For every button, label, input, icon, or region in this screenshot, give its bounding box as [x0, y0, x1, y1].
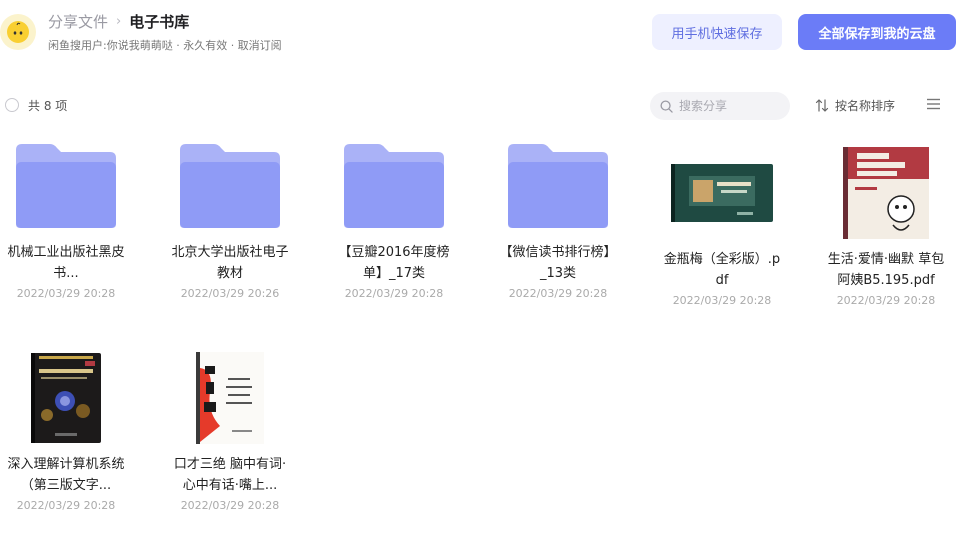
breadcrumb: 分享文件 › 电子书库 [48, 11, 189, 32]
search-icon [660, 99, 673, 113]
thumbnail [328, 140, 460, 232]
avatar[interactable] [0, 12, 36, 52]
thumbnail [164, 140, 296, 232]
thumbnail [164, 352, 296, 444]
folder-icon [508, 144, 608, 228]
file-date: 2022/03/29 20:28 [672, 294, 772, 307]
file-name: 【豆瓣2016年度榜单】_17类 [338, 245, 450, 281]
breadcrumb-separator: › [116, 14, 122, 29]
file-item[interactable]: 口才三绝 脑中有词·心中有话·嘴上... 2022/03/29 20:28 [164, 352, 296, 512]
folder-icon [16, 144, 116, 228]
book-cover-icon [843, 147, 929, 239]
search-input[interactable] [679, 99, 779, 113]
book-cover-icon [196, 352, 264, 444]
sort-icon [815, 99, 829, 112]
file-date: 2022/03/29 20:28 [16, 287, 116, 300]
file-date: 2022/03/29 20:26 [180, 287, 280, 300]
folder-icon [344, 144, 444, 228]
book-cover-icon [671, 164, 773, 222]
file-name: 深入理解计算机系统（第三版文字... [7, 457, 125, 493]
file-name: 口才三绝 脑中有词·心中有话·嘴上... [173, 457, 287, 493]
thumbnail [820, 147, 952, 239]
item-count: 共 8 项 [28, 99, 68, 113]
file-item[interactable]: 【微信读书排行榜】_13类 2022/03/29 20:28 [492, 140, 624, 300]
file-name: 生活·爱情·幽默 草包阿姨B5.195.pdf [827, 252, 945, 288]
toolbar: 共 8 项 按名称排序 [0, 88, 959, 122]
select-all-checkbox[interactable] [5, 98, 19, 112]
book-cover-icon [31, 353, 101, 443]
page-title: 电子书库 [129, 13, 190, 31]
folder-icon [180, 144, 280, 228]
file-name: 机械工业出版社黑皮书... [7, 245, 125, 281]
file-date: 2022/03/29 20:28 [180, 499, 280, 512]
search-box[interactable] [650, 92, 790, 120]
thumbnail [0, 140, 132, 232]
file-date: 2022/03/29 20:28 [836, 294, 936, 307]
share-info: 闲鱼搜用户:你说我萌萌哒 · 永久有效 · 取消订阅 [48, 39, 282, 52]
thumbnail [656, 147, 788, 239]
file-item[interactable]: 北京大学出版社电子教材 2022/03/29 20:26 [164, 140, 296, 300]
sort-label: 按名称排序 [835, 99, 896, 113]
file-name: 北京大学出版社电子教材 [171, 245, 289, 281]
file-name: 金瓶梅（全彩版）.pdf [663, 252, 781, 288]
file-item[interactable]: 深入理解计算机系统（第三版文字... 2022/03/29 20:28 [0, 352, 132, 512]
file-date: 2022/03/29 20:28 [16, 499, 116, 512]
thumbnail [0, 352, 132, 444]
view-menu-icon[interactable] [926, 98, 941, 110]
breadcrumb-root[interactable]: 分享文件 [48, 11, 108, 32]
save-all-button[interactable]: 全部保存到我的云盘 [798, 14, 956, 50]
file-date: 2022/03/29 20:28 [344, 287, 444, 300]
file-item[interactable]: 【豆瓣2016年度榜单】_17类 2022/03/29 20:28 [328, 140, 460, 300]
file-item[interactable]: 生活·爱情·幽默 草包阿姨B5.195.pdf 2022/03/29 20:28 [820, 147, 952, 307]
file-item[interactable]: 金瓶梅（全彩版）.pdf 2022/03/29 20:28 [656, 147, 788, 307]
file-item[interactable]: 机械工业出版社黑皮书... 2022/03/29 20:28 [0, 140, 132, 300]
phone-save-button[interactable]: 用手机快速保存 [652, 14, 782, 50]
header: 分享文件 › 电子书库 闲鱼搜用户:你说我萌萌哒 · 永久有效 · 取消订阅 用… [0, 0, 959, 70]
file-date: 2022/03/29 20:28 [508, 287, 608, 300]
file-name: 【微信读书排行榜】_13类 [499, 245, 617, 281]
thumbnail [492, 140, 624, 232]
sort-button[interactable]: 按名称排序 [815, 97, 895, 114]
